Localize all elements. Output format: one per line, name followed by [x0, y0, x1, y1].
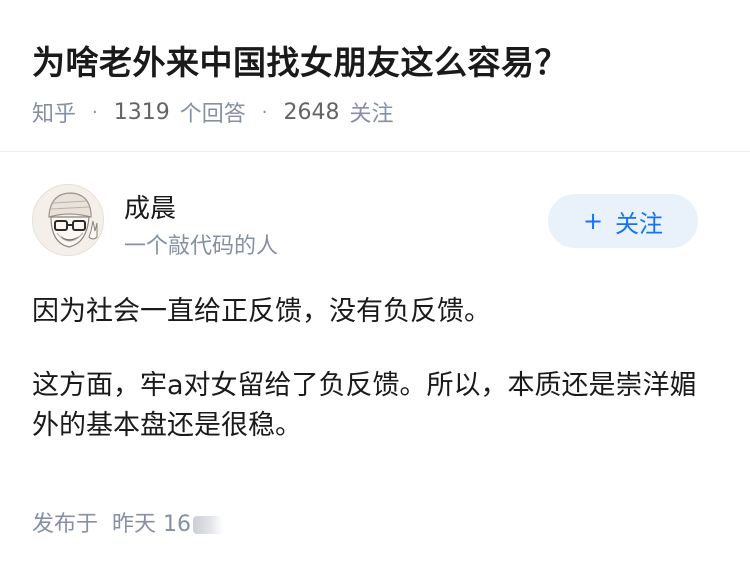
author-name[interactable]: 成晨 [124, 188, 176, 225]
answer-paragraph: 因为社会一直给正反馈，没有负反馈。 [32, 296, 491, 327]
answers-label: 个回答 [179, 102, 246, 127]
answers-count: 1319 [113, 99, 170, 125]
meta-separator: · [261, 101, 268, 123]
publish-info: 发布于 昨天 16 [32, 506, 224, 538]
question-meta: 知乎 · 1319 个回答 · 2648 关注 [32, 96, 394, 128]
avatar[interactable] [32, 184, 104, 256]
follow-button-label: 关注 [615, 209, 664, 238]
source-label[interactable]: 知乎 [32, 96, 76, 128]
published-label: 发布于 [32, 512, 99, 537]
published-time: 昨天 16 [112, 512, 192, 537]
question-header: 为啥老外来中国找女朋友这么容易？ 知乎 · 1319 个回答 · 2648 关注 [0, 0, 750, 152]
author-block: 成晨 一个敲代码的人 + 关注 [32, 184, 718, 260]
plus-icon: + [582, 207, 604, 235]
follow-button[interactable]: + 关注 [548, 194, 698, 248]
meta-separator: · [92, 101, 98, 123]
author-bio: 一个敲代码的人 [124, 234, 279, 259]
avatar-icon [33, 185, 103, 255]
followers-count: 2648 [283, 99, 340, 125]
answer-content[interactable]: 因为社会一直给正反馈，没有负反馈。 这方面，牢a对女留给了负反馈。所以，本质还是… [32, 292, 722, 480]
blurred-text [193, 516, 224, 534]
answer-paragraph: 这方面，牢a对女留给了负反馈。所以，本质还是崇洋媚外的基本盘还是很稳。 [32, 370, 697, 441]
question-title[interactable]: 为啥老外来中国找女朋友这么容易？ [32, 36, 568, 84]
followers-label: 关注 [349, 102, 394, 127]
